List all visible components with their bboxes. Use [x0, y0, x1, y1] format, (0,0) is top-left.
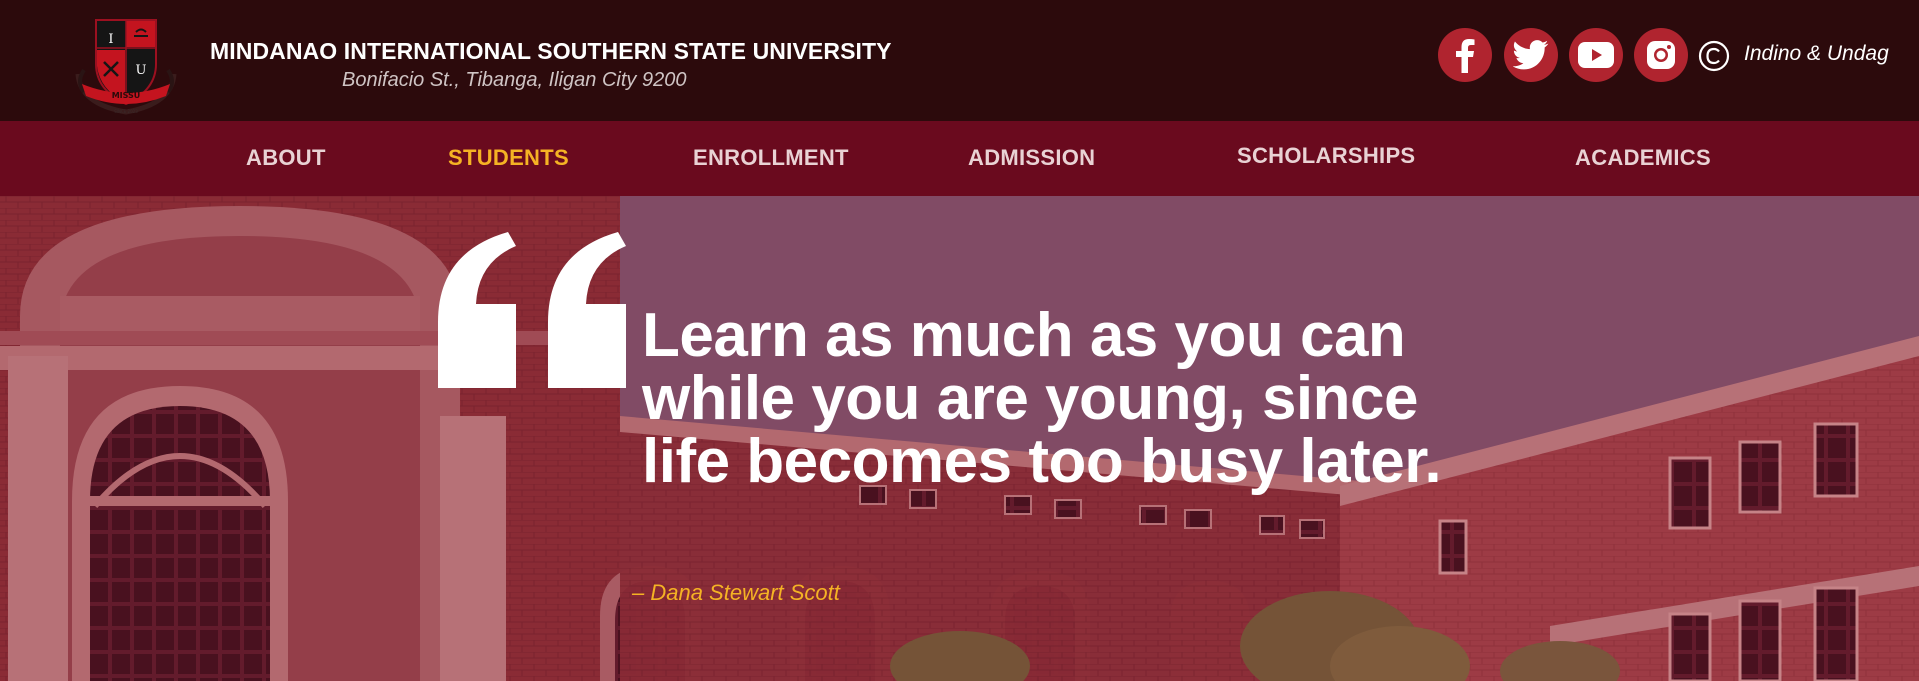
youtube-icon: [1578, 42, 1614, 68]
university-address: Bonifacio St., Tibanga, Iligan City 9200: [342, 69, 687, 91]
quote-author: – Dana Stewart Scott: [632, 580, 840, 605]
hero-section: Learn as much as you can while you are y…: [0, 196, 1919, 681]
crest-caption: SINCE 2023: [114, 109, 138, 114]
twitter-link[interactable]: [1504, 28, 1558, 82]
crest-banner-text: MISSU: [112, 91, 141, 100]
nav-item-scholarships[interactable]: SCHOLARSHIPS: [1237, 143, 1415, 169]
facebook-link[interactable]: [1438, 28, 1492, 82]
main-nav: ABOUT STUDENTS ENROLLMENT ADMISSION SCHO…: [0, 121, 1919, 196]
hero-quote: Learn as much as you can while you are y…: [642, 301, 1442, 496]
crest-letter-1: I: [108, 32, 113, 47]
university-crest-icon[interactable]: I U MISSU SINCE 2023: [70, 12, 182, 118]
crest-letter-2: U: [136, 63, 147, 78]
instagram-icon: [1647, 41, 1675, 69]
instagram-link[interactable]: [1634, 28, 1688, 82]
copyright-icon: [1698, 40, 1730, 72]
university-name: MINDANAO INTERNATIONAL SOUTHERN STATE UN…: [210, 38, 892, 64]
twitter-icon: [1513, 40, 1549, 70]
quotation-mark-icon: [438, 232, 626, 388]
nav-item-academics[interactable]: ACADEMICS: [1575, 145, 1711, 171]
nav-item-enrollment[interactable]: ENROLLMENT: [693, 145, 849, 171]
youtube-link[interactable]: [1569, 28, 1623, 82]
credit-text: Indino & Undag: [1744, 42, 1889, 65]
nav-item-about[interactable]: ABOUT: [246, 145, 326, 171]
site-header: I U MISSU SINCE 2023 MINDANAO INTERNATIO…: [0, 0, 1919, 121]
nav-item-students[interactable]: STUDENTS: [448, 145, 569, 171]
facebook-icon: [1456, 39, 1475, 73]
nav-item-admission[interactable]: ADMISSION: [968, 145, 1095, 171]
